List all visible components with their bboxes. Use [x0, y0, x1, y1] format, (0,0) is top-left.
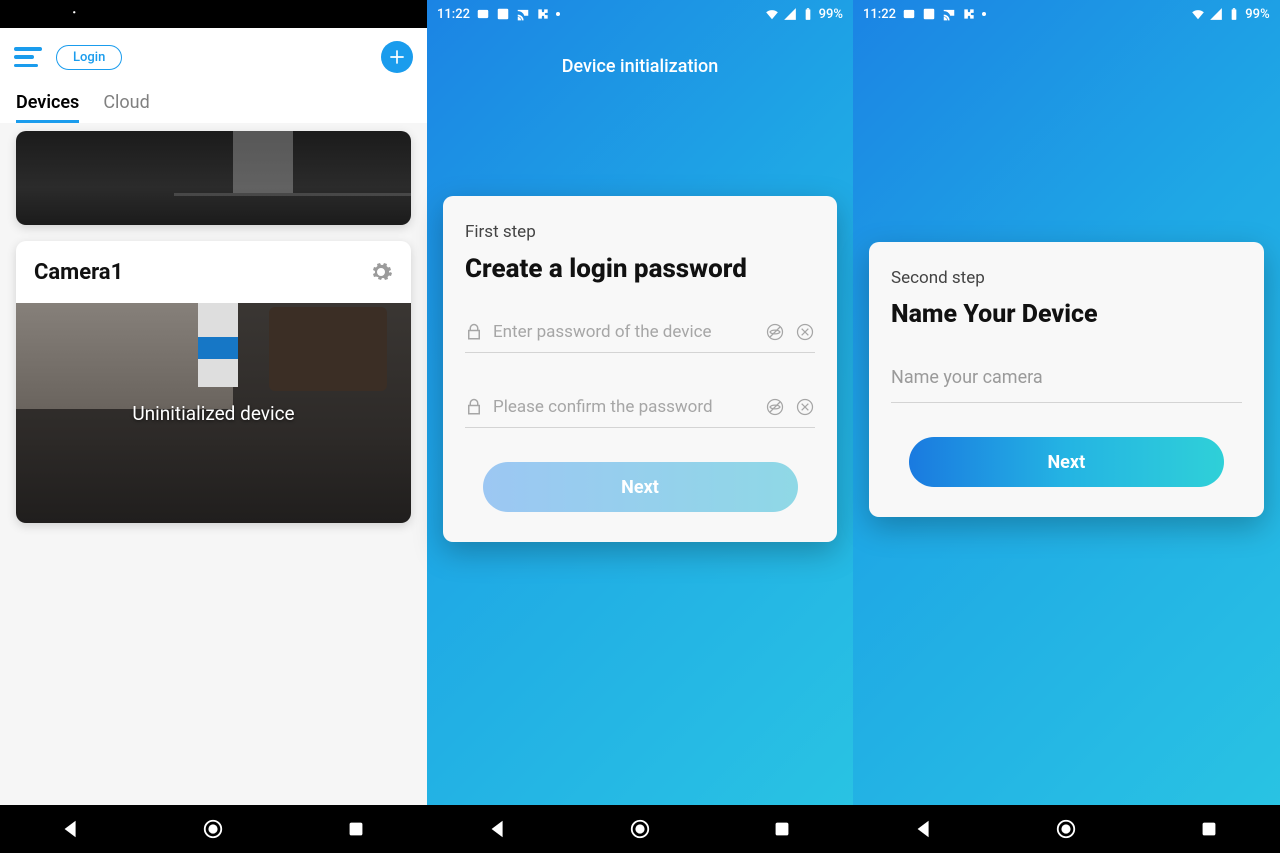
- status-more-dot: [556, 12, 560, 16]
- tab-devices[interactable]: Devices: [16, 92, 79, 123]
- status-bar: 11:22 99%: [853, 0, 1280, 28]
- clear-icon[interactable]: [795, 397, 815, 417]
- clear-icon[interactable]: [795, 322, 815, 342]
- status-bar: 11:21 99%: [0, 0, 427, 28]
- lock-icon: [465, 323, 483, 341]
- status-image-icon: [69, 7, 83, 21]
- nav-back-icon[interactable]: [60, 818, 82, 840]
- battery-pct: 99%: [1245, 7, 1269, 22]
- battery-icon: [1227, 7, 1241, 21]
- device-name-input[interactable]: [891, 367, 1242, 388]
- card-title: Name Your Device: [891, 300, 1242, 329]
- device-card-preview[interactable]: [16, 131, 411, 225]
- signal-icon: [783, 7, 797, 21]
- step-label: First step: [465, 222, 815, 242]
- battery-pct: 99%: [819, 7, 843, 22]
- password-field-row: [465, 312, 815, 353]
- device-card-camera1[interactable]: Camera1 Uninitialized device: [16, 241, 411, 523]
- android-navbar: [0, 805, 427, 853]
- status-puzzle-icon: [962, 7, 976, 21]
- device-name: Camera1: [34, 260, 123, 285]
- status-image-icon: [922, 7, 936, 21]
- battery-icon: [801, 7, 815, 21]
- status-bar: 11:22 99%: [427, 0, 853, 28]
- nav-home-icon[interactable]: [202, 818, 224, 840]
- nav-home-icon[interactable]: [1055, 818, 1077, 840]
- status-app-icon: [476, 7, 490, 21]
- confirm-password-input[interactable]: [493, 397, 757, 417]
- signal-icon: [1209, 7, 1223, 21]
- password-input[interactable]: [493, 322, 757, 342]
- status-puzzle-icon: [109, 7, 123, 21]
- wifi-icon: [765, 7, 779, 21]
- eye-off-icon[interactable]: [765, 397, 785, 417]
- lock-icon: [465, 398, 483, 416]
- status-time: 11:22: [437, 7, 470, 22]
- nav-home-icon[interactable]: [629, 818, 651, 840]
- next-button[interactable]: Next: [909, 437, 1225, 487]
- nav-recent-icon[interactable]: [771, 818, 793, 840]
- status-cast-icon: [516, 7, 530, 21]
- device-status: Uninitialized device: [132, 402, 294, 425]
- tab-cloud[interactable]: Cloud: [103, 92, 149, 123]
- screen-name-device: 11:22 99% Second step Name Your Device N…: [853, 0, 1280, 853]
- add-device-button[interactable]: [381, 41, 413, 73]
- android-navbar: [427, 805, 853, 853]
- menu-button[interactable]: [14, 47, 42, 67]
- password-card: First step Create a login password Next: [443, 196, 837, 542]
- status-puzzle-icon: [536, 7, 550, 21]
- status-cast-icon: [89, 7, 103, 21]
- wifi-icon: [339, 7, 353, 21]
- status-more-dot: [982, 12, 986, 16]
- plus-icon: [387, 47, 407, 67]
- name-field-row: [891, 353, 1242, 403]
- page-title: Device initialization: [427, 28, 853, 77]
- confirm-field-row: [465, 387, 815, 428]
- status-more-dot: [129, 12, 133, 16]
- nav-recent-icon[interactable]: [1198, 818, 1220, 840]
- card-title: Create a login password: [465, 254, 815, 284]
- nav-recent-icon[interactable]: [345, 818, 367, 840]
- status-app-icon: [49, 7, 63, 21]
- status-cast-icon: [942, 7, 956, 21]
- screen-init-password: 11:22 99% Device initialization First st…: [427, 0, 853, 853]
- gear-icon[interactable]: [369, 260, 393, 284]
- status-image-icon: [496, 7, 510, 21]
- status-app-icon: [902, 7, 916, 21]
- nav-back-icon[interactable]: [913, 818, 935, 840]
- camera-thumb-object: [198, 303, 238, 387]
- nav-back-icon[interactable]: [487, 818, 509, 840]
- name-card: Second step Name Your Device Next: [869, 242, 1264, 517]
- battery-icon: [375, 7, 389, 21]
- android-navbar: [853, 805, 1280, 853]
- next-button[interactable]: Next: [483, 462, 798, 512]
- login-button[interactable]: Login: [56, 45, 122, 70]
- status-time: 11:22: [863, 7, 896, 22]
- signal-icon: [357, 7, 371, 21]
- status-time: 11:21: [10, 7, 43, 22]
- battery-pct: 99%: [393, 7, 417, 22]
- step-label: Second step: [891, 268, 1242, 288]
- eye-off-icon[interactable]: [765, 322, 785, 342]
- wifi-icon: [1191, 7, 1205, 21]
- screen-devices: 11:21 99% Login Devices Clou: [0, 0, 427, 853]
